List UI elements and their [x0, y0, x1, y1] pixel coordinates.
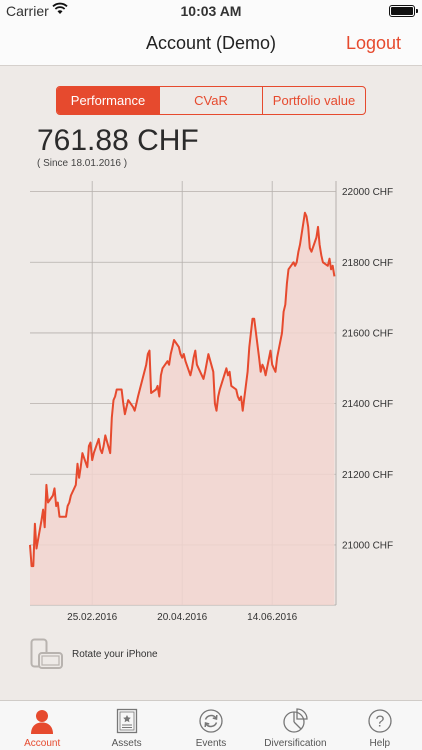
svg-text:?: ? [375, 714, 384, 731]
tab-label: Assets [111, 738, 142, 749]
segment-portfolio-value[interactable]: Portfolio value [263, 87, 365, 114]
segmented-control: Performance CVaR Portfolio value [56, 86, 366, 115]
rotate-hint-text: Rotate your iPhone [72, 649, 158, 660]
x-tick-label: 25.02.2016 [67, 612, 117, 623]
battery-icon [389, 5, 418, 17]
tab-diversification[interactable]: Diversification [253, 701, 337, 750]
y-tick-label: 22000 CHF [342, 187, 393, 198]
tab-label: Help [369, 738, 391, 749]
logout-button[interactable]: Logout [346, 33, 401, 54]
performance-value: 761.88 CHF [37, 124, 199, 157]
tab-label: Events [195, 738, 227, 749]
y-tick-label: 21000 CHF [342, 540, 393, 551]
question-icon: ? [368, 709, 392, 733]
y-tick-label: 21600 CHF [342, 328, 393, 339]
refresh-icon [199, 709, 223, 733]
tab-bar: Account Assets Events Diversification ? … [0, 700, 422, 750]
pie-chart-icon [283, 708, 309, 733]
segment-cvar[interactable]: CVaR [160, 87, 263, 114]
x-tick-label: 20.04.2016 [157, 612, 207, 623]
performance-chart[interactable]: 22000 CHF 21800 CHF 21600 CHF 21400 CHF 2120… [0, 176, 422, 626]
y-tick-label: 21400 CHF [342, 399, 393, 410]
status-bar: Carrier 10:03 AM [0, 0, 422, 22]
since-date: ( Since 18.01.2016 ) [37, 158, 128, 169]
certificate-icon [116, 708, 137, 734]
tab-events[interactable]: Events [169, 701, 253, 750]
segment-performance[interactable]: Performance [57, 87, 160, 114]
rotate-phone-icon [30, 638, 63, 669]
y-tick-label: 21800 CHF [342, 258, 393, 269]
y-tick-label: 21200 CHF [342, 470, 393, 481]
x-tick-label: 14.06.2016 [247, 612, 297, 623]
person-icon [31, 710, 54, 734]
nav-bar: Account (Demo) Logout [0, 22, 422, 66]
tab-label: Diversification [264, 738, 327, 749]
tab-help[interactable]: ? Help [338, 701, 422, 750]
tab-assets[interactable]: Assets [84, 701, 168, 750]
tab-label: Account [24, 738, 61, 749]
tab-account[interactable]: Account [0, 701, 84, 750]
status-time: 10:03 AM [180, 3, 242, 19]
